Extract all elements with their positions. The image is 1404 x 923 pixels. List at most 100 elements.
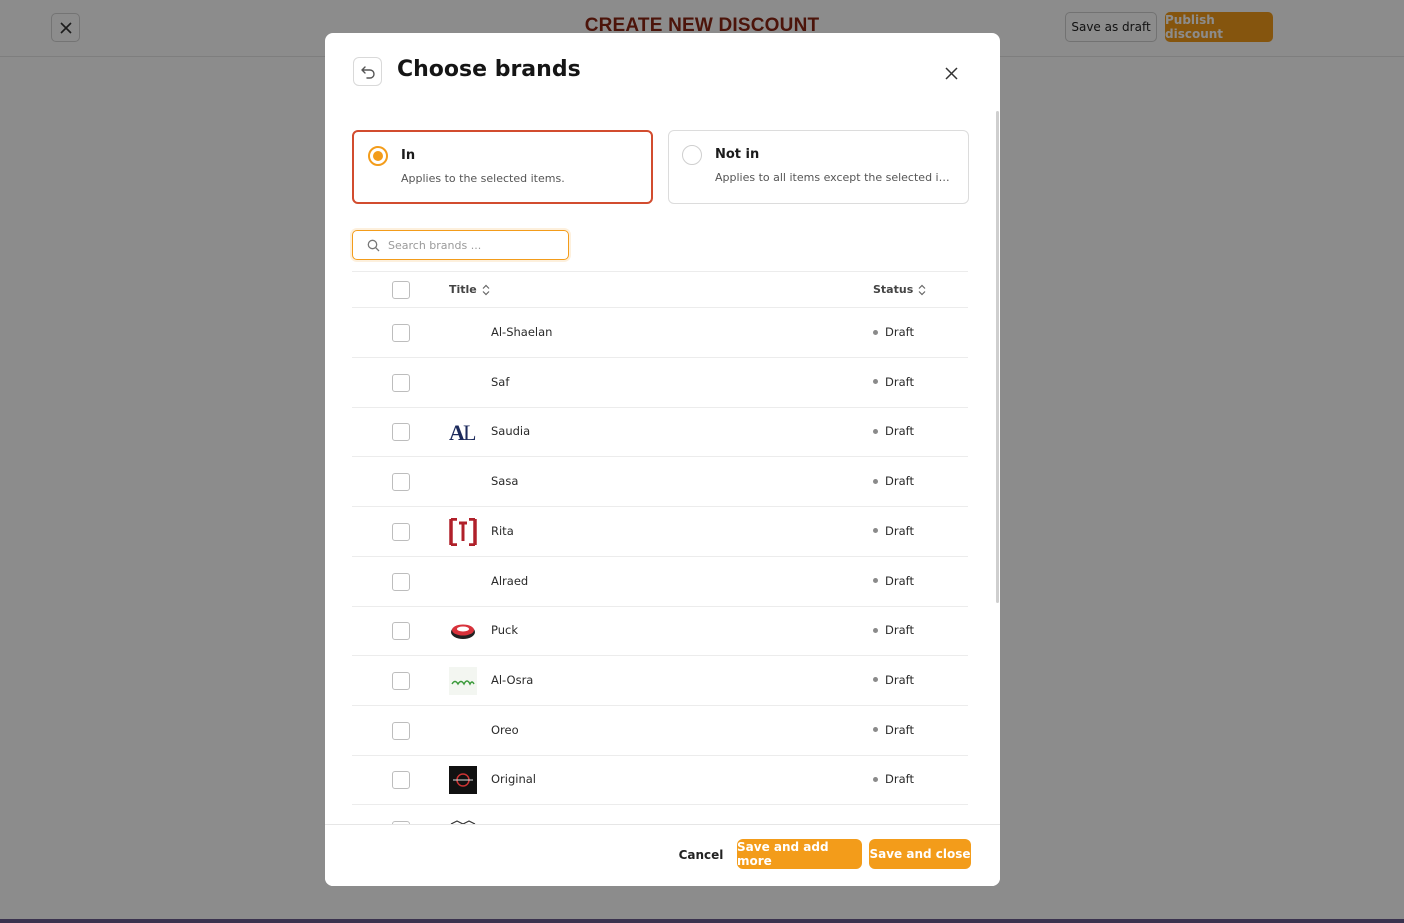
table-header: Title Status xyxy=(352,271,968,308)
brand-name: Puck xyxy=(491,623,519,638)
row-checkbox[interactable] xyxy=(392,671,410,690)
search-input[interactable] xyxy=(388,238,558,252)
status-text: Draft xyxy=(885,672,914,687)
radio-in[interactable] xyxy=(368,146,388,166)
sort-icon xyxy=(482,284,490,295)
column-status[interactable]: Status xyxy=(873,283,926,296)
status-text: Draft xyxy=(885,623,914,638)
status-text: Draft xyxy=(885,772,914,787)
table-row[interactable]: Original Draft xyxy=(352,755,968,806)
brand-name: Saudia xyxy=(491,424,531,439)
status-dot xyxy=(873,677,878,683)
table-row[interactable]: Puck Draft xyxy=(352,606,968,657)
brand-name: Alraed xyxy=(491,573,529,588)
row-checkbox[interactable] xyxy=(392,771,410,790)
cancel-button[interactable]: Cancel xyxy=(676,844,726,866)
status-badge: Draft xyxy=(873,424,914,438)
status-dot xyxy=(873,578,878,583)
option-in-title: In xyxy=(401,148,416,163)
search-box[interactable] xyxy=(352,230,569,260)
status-dot xyxy=(873,627,878,633)
column-title[interactable]: Title xyxy=(449,283,490,296)
brand-name: Rita xyxy=(491,523,514,538)
save-and-add-more-button[interactable]: Save and add more xyxy=(737,839,862,869)
table-row[interactable]: Sasa Draft xyxy=(352,457,968,508)
column-title-label: Title xyxy=(449,283,477,296)
modal-close-button[interactable] xyxy=(941,63,961,83)
row-checkbox[interactable] xyxy=(392,721,410,740)
option-not-in-description: Applies to all items except the selected… xyxy=(715,171,953,184)
status-badge: Draft xyxy=(873,474,914,488)
brand-logo xyxy=(449,666,477,695)
close-icon xyxy=(944,66,958,80)
status-text: Draft xyxy=(885,325,914,339)
row-checkbox[interactable] xyxy=(392,522,410,541)
brand-name: Saf xyxy=(491,374,510,389)
brand-logo: AL xyxy=(449,418,477,446)
option-not-in[interactable]: Not in Applies to all items except the s… xyxy=(668,130,969,204)
status-dot xyxy=(873,478,878,484)
row-checkbox[interactable] xyxy=(392,473,410,492)
status-dot xyxy=(873,727,878,733)
status-text: Draft xyxy=(885,424,914,439)
option-not-in-title: Not in xyxy=(715,147,760,162)
status-badge: Draft xyxy=(873,524,914,538)
choose-brands-modal: Choose brands In Applies to the selected… xyxy=(325,33,1000,886)
status-badge: Draft xyxy=(873,673,914,687)
table-row[interactable]: Al-Shaelan Draft xyxy=(352,308,968,358)
status-badge: Draft xyxy=(873,623,914,637)
undo-arrow-icon xyxy=(360,65,375,79)
status-dot xyxy=(873,776,878,782)
column-status-label: Status xyxy=(873,283,914,296)
status-dot xyxy=(873,379,878,385)
status-badge: Draft xyxy=(873,325,914,339)
radio-not-in[interactable] xyxy=(682,145,702,165)
sort-icon xyxy=(918,284,926,295)
svg-text:L: L xyxy=(463,421,476,443)
status-badge: Draft xyxy=(873,574,914,588)
back-button[interactable] xyxy=(353,57,382,86)
table-row[interactable]: NestleDraft xyxy=(352,805,968,824)
row-checkbox[interactable] xyxy=(392,622,410,641)
status-dot xyxy=(873,528,878,534)
status-dot xyxy=(873,428,878,434)
brand-name: Al-Shaelan xyxy=(491,325,553,339)
status-badge: Draft xyxy=(873,723,914,737)
table-row[interactable]: Al-Osra Draft xyxy=(352,656,968,706)
select-all-checkbox[interactable] xyxy=(392,281,410,299)
status-text: Draft xyxy=(885,523,914,538)
search-icon xyxy=(367,239,380,251)
status-dot xyxy=(873,329,878,335)
modal-scrollbar[interactable] xyxy=(996,111,999,603)
table-row[interactable]: Saf Draft xyxy=(352,358,968,408)
table-row[interactable]: A L Saudia Draft xyxy=(352,407,968,458)
brand-logo xyxy=(449,617,477,645)
brand-name: Al-Osra xyxy=(491,672,534,687)
row-checkbox[interactable] xyxy=(392,572,410,591)
brand-name: Original xyxy=(491,772,537,787)
option-in-description: Applies to the selected items. xyxy=(401,172,565,185)
brand-logo xyxy=(449,517,477,546)
radio-dot xyxy=(373,151,383,161)
brand-logo xyxy=(449,766,477,795)
status-badge: Draft xyxy=(873,772,914,786)
table-row[interactable]: Oreo Draft xyxy=(352,706,968,756)
row-checkbox[interactable] xyxy=(392,373,410,392)
status-text: Draft xyxy=(885,722,914,737)
table-row[interactable]: Rita Draft xyxy=(352,507,968,557)
brands-table: Title Status Al-Shaelan Draft Saf Draft A L Sa… xyxy=(352,271,968,824)
status-text: Draft xyxy=(885,474,914,489)
brand-name: Sasa xyxy=(491,474,519,489)
save-and-close-button[interactable]: Save and close xyxy=(869,839,971,869)
brand-logo xyxy=(449,816,477,824)
status-text: Draft xyxy=(885,573,914,588)
row-checkbox[interactable] xyxy=(392,423,410,442)
row-checkbox[interactable] xyxy=(392,324,410,342)
option-in[interactable]: In Applies to the selected items. xyxy=(352,130,653,204)
status-badge: Draft xyxy=(873,375,914,389)
status-text: Draft xyxy=(885,374,914,389)
modal-title: Choose brands xyxy=(397,57,581,82)
modal-footer: Cancel Save and add more Save and close xyxy=(325,824,1000,886)
table-row[interactable]: Alraed Draft xyxy=(352,557,968,607)
brand-name: Oreo xyxy=(491,722,519,737)
